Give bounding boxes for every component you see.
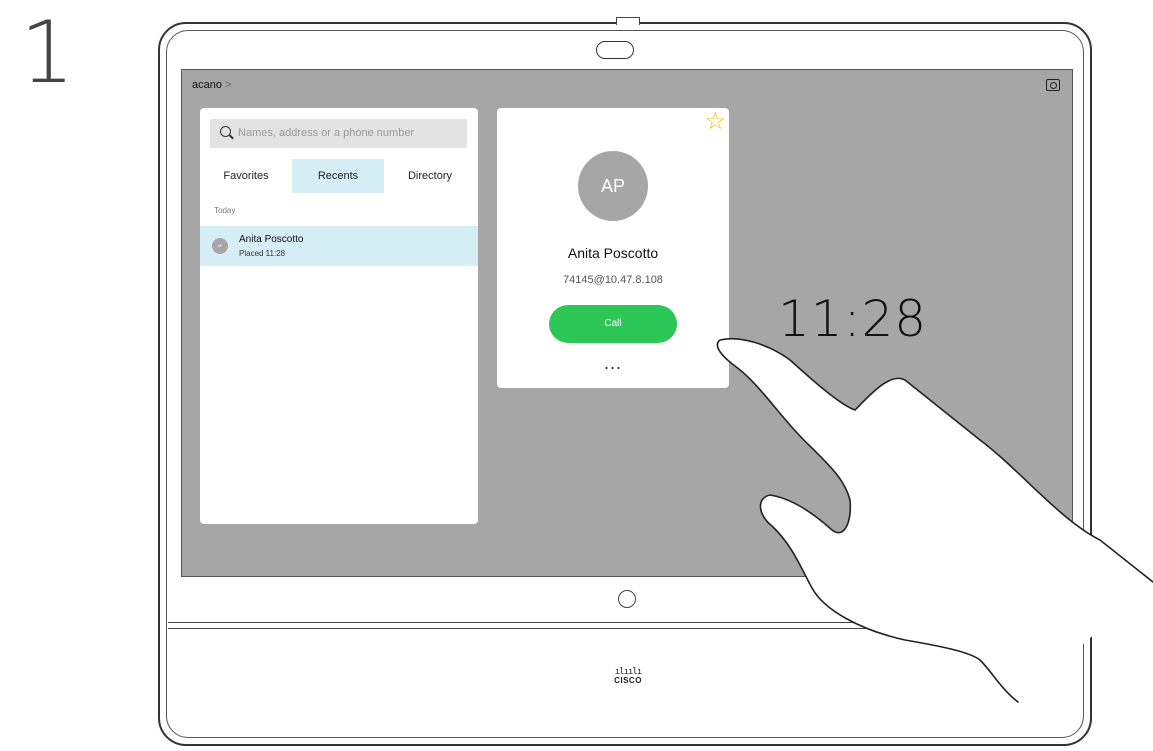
more-options-button[interactable]: ... bbox=[497, 354, 729, 372]
touch-screen: acano > Names, address or a phone number … bbox=[182, 70, 1072, 576]
clock: 11:28 bbox=[778, 290, 928, 348]
contact-address: 74145@10.47.8.108 bbox=[563, 274, 663, 286]
tab-favorites[interactable]: Favorites bbox=[200, 159, 292, 193]
tab-recents[interactable]: Recents bbox=[292, 159, 384, 193]
section-label-today: Today bbox=[214, 206, 236, 215]
avatar: AP bbox=[212, 238, 228, 254]
call-panel: Names, address or a phone number Favorit… bbox=[200, 108, 478, 524]
breadcrumb-label: acano bbox=[192, 79, 222, 91]
chevron-right-icon: > bbox=[224, 79, 232, 91]
cisco-bars-icon: ılıılı bbox=[614, 667, 643, 677]
home-button[interactable] bbox=[618, 590, 636, 608]
cisco-logo: ılıılı CISCO bbox=[598, 667, 658, 686]
list-item[interactable]: AP Anita Poscotto Placed 11:28 bbox=[200, 226, 478, 266]
contact-name: Anita Poscotto bbox=[567, 245, 659, 261]
selfview-icon[interactable] bbox=[1046, 79, 1060, 91]
call-button[interactable]: Call bbox=[549, 305, 677, 343]
list-item-name: Anita Poscotto bbox=[239, 234, 304, 245]
tab-directory[interactable]: Directory bbox=[384, 159, 476, 193]
camera-icon bbox=[596, 41, 634, 59]
cisco-wordmark: CISCO bbox=[614, 676, 642, 685]
step-number: 1 bbox=[20, 3, 75, 103]
search-input[interactable]: Names, address or a phone number bbox=[210, 119, 467, 148]
star-outline-icon[interactable]: ☆ bbox=[704, 110, 726, 134]
avatar: AP bbox=[578, 151, 648, 221]
bezel-divider bbox=[168, 622, 1082, 629]
search-placeholder: Names, address or a phone number bbox=[238, 127, 415, 139]
list-item-detail: Placed 11:28 bbox=[239, 249, 286, 258]
contact-card: ☆ AP Anita Poscotto 74145@10.47.8.108 Ca… bbox=[497, 108, 729, 388]
search-icon bbox=[220, 126, 231, 137]
breadcrumb[interactable]: acano > bbox=[192, 79, 231, 91]
top-notch bbox=[616, 17, 640, 25]
